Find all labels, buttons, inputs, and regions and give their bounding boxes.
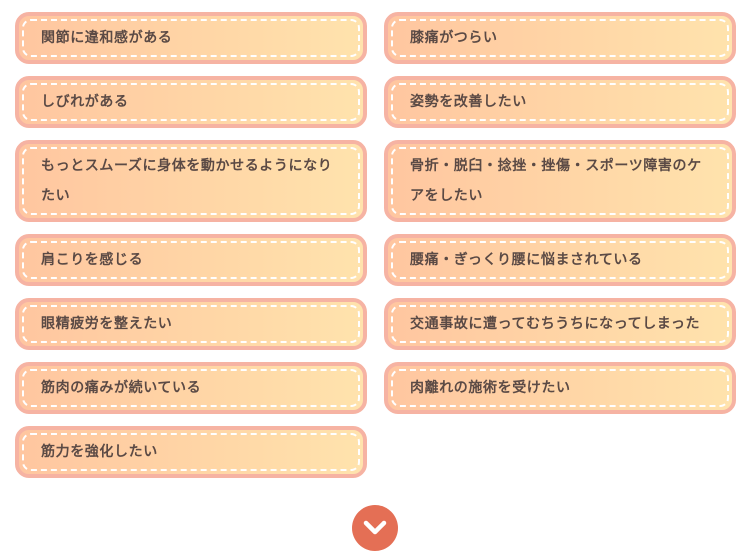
symptom-label: 交通事故に遭ってむちうちになってしまった xyxy=(391,305,729,343)
chevron-down-icon xyxy=(363,520,387,535)
symptom-label: 筋肉の痛みが続いている xyxy=(22,369,360,407)
symptom-card: 関節に違和感がある xyxy=(15,12,367,64)
symptom-label: 肉離れの施術を受けたい xyxy=(391,369,729,407)
symptom-card: 膝痛がつらい xyxy=(384,12,736,64)
symptom-label: 筋力を強化したい xyxy=(22,433,360,471)
symptom-card: 交通事故に遭ってむちうちになってしまった xyxy=(384,298,736,350)
symptom-card: しびれがある xyxy=(15,76,367,128)
symptom-label: 関節に違和感がある xyxy=(22,19,360,57)
scroll-down-button[interactable] xyxy=(352,505,398,551)
symptom-card: 肉離れの施術を受けたい xyxy=(384,362,736,414)
symptom-label: 姿勢を改善したい xyxy=(391,83,729,121)
symptom-label: 腰痛・ぎっくり腰に悩まされている xyxy=(391,241,729,279)
symptom-card: もっとスムーズに身体を動かせるようになりたい xyxy=(15,140,367,222)
symptom-label: 骨折・脱臼・捻挫・挫傷・スポーツ障害のケアをしたい xyxy=(391,147,729,215)
symptom-label: もっとスムーズに身体を動かせるようになりたい xyxy=(22,147,360,215)
symptom-card: 筋肉の痛みが続いている xyxy=(15,362,367,414)
symptom-card: 眼精疲労を整えたい xyxy=(15,298,367,350)
symptom-card: 腰痛・ぎっくり腰に悩まされている xyxy=(384,234,736,286)
symptom-label: しびれがある xyxy=(22,83,360,121)
symptom-label: 膝痛がつらい xyxy=(391,19,729,57)
symptom-card: 肩こりを感じる xyxy=(15,234,367,286)
symptom-label: 肩こりを感じる xyxy=(22,241,360,279)
symptom-list: 関節に違和感がある 膝痛がつらい しびれがある 姿勢を改善したい もっとスムーズ… xyxy=(15,12,736,478)
symptom-card: 姿勢を改善したい xyxy=(384,76,736,128)
symptom-card: 筋力を強化したい xyxy=(15,426,367,478)
symptom-label: 眼精疲労を整えたい xyxy=(22,305,360,343)
symptom-card: 骨折・脱臼・捻挫・挫傷・スポーツ障害のケアをしたい xyxy=(384,140,736,222)
